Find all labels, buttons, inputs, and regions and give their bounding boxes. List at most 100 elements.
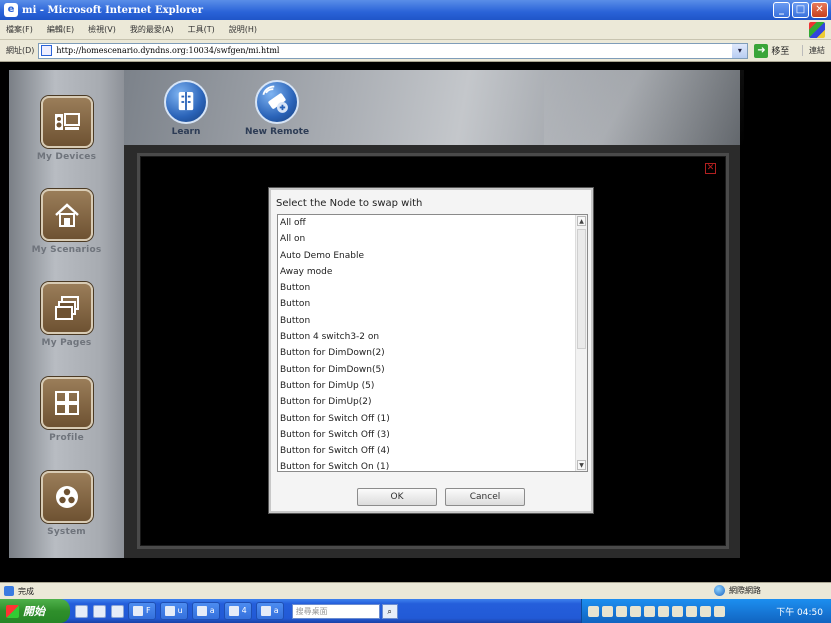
tray-icon[interactable] — [686, 605, 697, 617]
scroll-down-icon[interactable]: ▼ — [577, 460, 586, 470]
quicklaunch-media-icon[interactable] — [93, 604, 106, 618]
sidebar-label: My Pages — [41, 338, 92, 348]
list-item[interactable]: Button for DimDown(5) — [278, 362, 587, 378]
task-label: a — [273, 606, 279, 615]
minimize-button[interactable]: _ — [773, 2, 790, 18]
menu-bar: 檔案(F) 編輯(E) 檢視(V) 我的最愛(A) 工具(T) 說明(H) — [0, 20, 831, 40]
list-item[interactable]: Button — [278, 313, 587, 329]
menu-file[interactable]: 檔案(F) — [6, 24, 33, 35]
list-item[interactable]: Button for DimDown(2) — [278, 345, 587, 361]
windows-flag-icon — [809, 22, 825, 38]
sidebar-item-my-pages[interactable]: My Pages — [9, 282, 124, 348]
pages-icon — [40, 282, 93, 334]
tray-icon[interactable] — [714, 605, 725, 617]
sidebar-item-my-scenarios[interactable]: My Scenarios — [9, 189, 124, 255]
window-title: mi - Microsoft Internet Explorer — [22, 4, 203, 16]
sidebar: My Devices My Scenarios My Pages Profile — [9, 70, 124, 558]
close-icon[interactable]: ✕ — [705, 163, 716, 174]
list-item[interactable]: Away mode — [278, 264, 587, 280]
quicklaunch-ie-icon[interactable] — [75, 604, 88, 618]
menu-favorites[interactable]: 我的最愛(A) — [130, 24, 174, 35]
clock: 下午 04:50 — [776, 607, 823, 618]
status-bar: 完成 網際網路 — [0, 582, 831, 599]
toolbar-band: Learn New Remote — [124, 70, 744, 145]
search-icon[interactable]: ⌕ — [381, 603, 398, 619]
tray-icon[interactable] — [658, 605, 669, 617]
menu-edit[interactable]: 編輯(E) — [47, 24, 74, 35]
address-label: 網址(D) — [6, 46, 35, 55]
tray-icon[interactable] — [602, 605, 613, 617]
swap-node-dialog: Select the Node to swap with All off All… — [269, 188, 593, 513]
list-item[interactable]: Button — [278, 296, 587, 312]
list-item[interactable]: Button — [278, 280, 587, 296]
globe-icon — [714, 585, 725, 596]
sidebar-item-profile[interactable]: Profile — [9, 377, 124, 443]
taskbar-item[interactable]: a — [191, 602, 220, 620]
tray-icon[interactable] — [630, 605, 641, 617]
page-icon — [41, 45, 53, 56]
maximize-button[interactable]: □ — [792, 2, 809, 18]
zone-text: 網際網路 — [729, 586, 761, 595]
learn-button[interactable]: Learn — [164, 80, 208, 137]
desktop-search-input[interactable]: 搜尋桌面 — [291, 603, 380, 619]
scroll-up-icon[interactable]: ▲ — [577, 216, 586, 226]
menu-view[interactable]: 檢視(V) — [88, 24, 116, 35]
task-icon — [228, 606, 239, 616]
done-icon — [4, 586, 14, 596]
scroll-thumb[interactable] — [577, 229, 586, 349]
list-item[interactable]: Button for Switch Off (1) — [278, 411, 587, 427]
list-item[interactable]: Button for Switch On (1) — [278, 459, 587, 471]
list-item[interactable]: Auto Demo Enable — [278, 248, 587, 264]
tray-icon[interactable] — [588, 605, 599, 617]
sidebar-label: System — [47, 527, 86, 537]
address-bar: 網址(D) ▾ ➜ 移至 連結 — [0, 40, 831, 62]
start-label: 開始 — [23, 605, 45, 618]
start-button[interactable]: 開始 — [0, 599, 70, 623]
sidebar-item-my-devices[interactable]: My Devices — [9, 96, 124, 162]
taskbar-item[interactable]: 4 — [223, 602, 252, 620]
list-item[interactable]: All on — [278, 231, 587, 247]
task-icon — [196, 606, 207, 616]
menu-tools[interactable]: 工具(T) — [188, 24, 215, 35]
list-item[interactable]: Button for Switch Off (3) — [278, 427, 587, 443]
taskbar-item[interactable]: F — [128, 602, 156, 620]
links-button[interactable]: 連結 — [802, 45, 825, 56]
list-item[interactable]: Button for DimUp(2) — [278, 394, 587, 410]
address-field[interactable]: ▾ — [38, 42, 749, 59]
ie-logo-icon: e — [4, 3, 18, 17]
sidebar-item-system[interactable]: System — [9, 471, 124, 537]
security-zone: 網際網路 — [714, 585, 761, 596]
menu-help[interactable]: 說明(H) — [229, 24, 257, 35]
list-scrollbar[interactable]: ▲ ▼ — [575, 215, 587, 471]
address-dropdown-button[interactable]: ▾ — [732, 43, 748, 58]
taskbar-item[interactable]: a — [255, 602, 284, 620]
go-button[interactable]: ➜ 移至 — [754, 43, 790, 58]
task-label: F — [146, 606, 151, 615]
grid-icon — [40, 377, 93, 429]
list-item[interactable]: All off — [278, 215, 587, 231]
window-controls: _ □ ✕ — [773, 2, 828, 18]
quicklaunch-desktop-icon[interactable] — [111, 604, 124, 618]
tray-icon[interactable] — [672, 605, 683, 617]
house-icon — [40, 189, 93, 241]
tray-icon[interactable] — [644, 605, 655, 617]
close-window-button[interactable]: ✕ — [811, 2, 828, 18]
sidebar-label: My Devices — [36, 152, 97, 162]
url-input[interactable] — [56, 46, 717, 55]
window-titlebar[interactable]: e mi - Microsoft Internet Explorer _ □ ✕ — [0, 0, 831, 20]
go-label: 移至 — [771, 47, 790, 57]
screen: e mi - Microsoft Internet Explorer _ □ ✕… — [0, 0, 831, 623]
taskbar-item[interactable]: u — [159, 602, 188, 620]
cancel-button[interactable]: Cancel — [445, 488, 525, 506]
system-tray: 下午 04:50 — [581, 599, 831, 623]
sidebar-label: My Scenarios — [31, 245, 102, 255]
list-item[interactable]: Button for DimUp (5) — [278, 378, 587, 394]
node-listbox[interactable]: All off All on Auto Demo Enable Away mod… — [277, 214, 588, 472]
list-item[interactable]: Button 4 switch3-2 on — [278, 329, 587, 345]
tray-icon[interactable] — [700, 605, 711, 617]
tray-icon[interactable] — [616, 605, 627, 617]
ok-button[interactable]: OK — [357, 488, 437, 506]
new-remote-button[interactable]: New Remote — [245, 80, 309, 137]
task-label: u — [177, 606, 183, 615]
list-item[interactable]: Button for Switch Off (4) — [278, 443, 587, 459]
